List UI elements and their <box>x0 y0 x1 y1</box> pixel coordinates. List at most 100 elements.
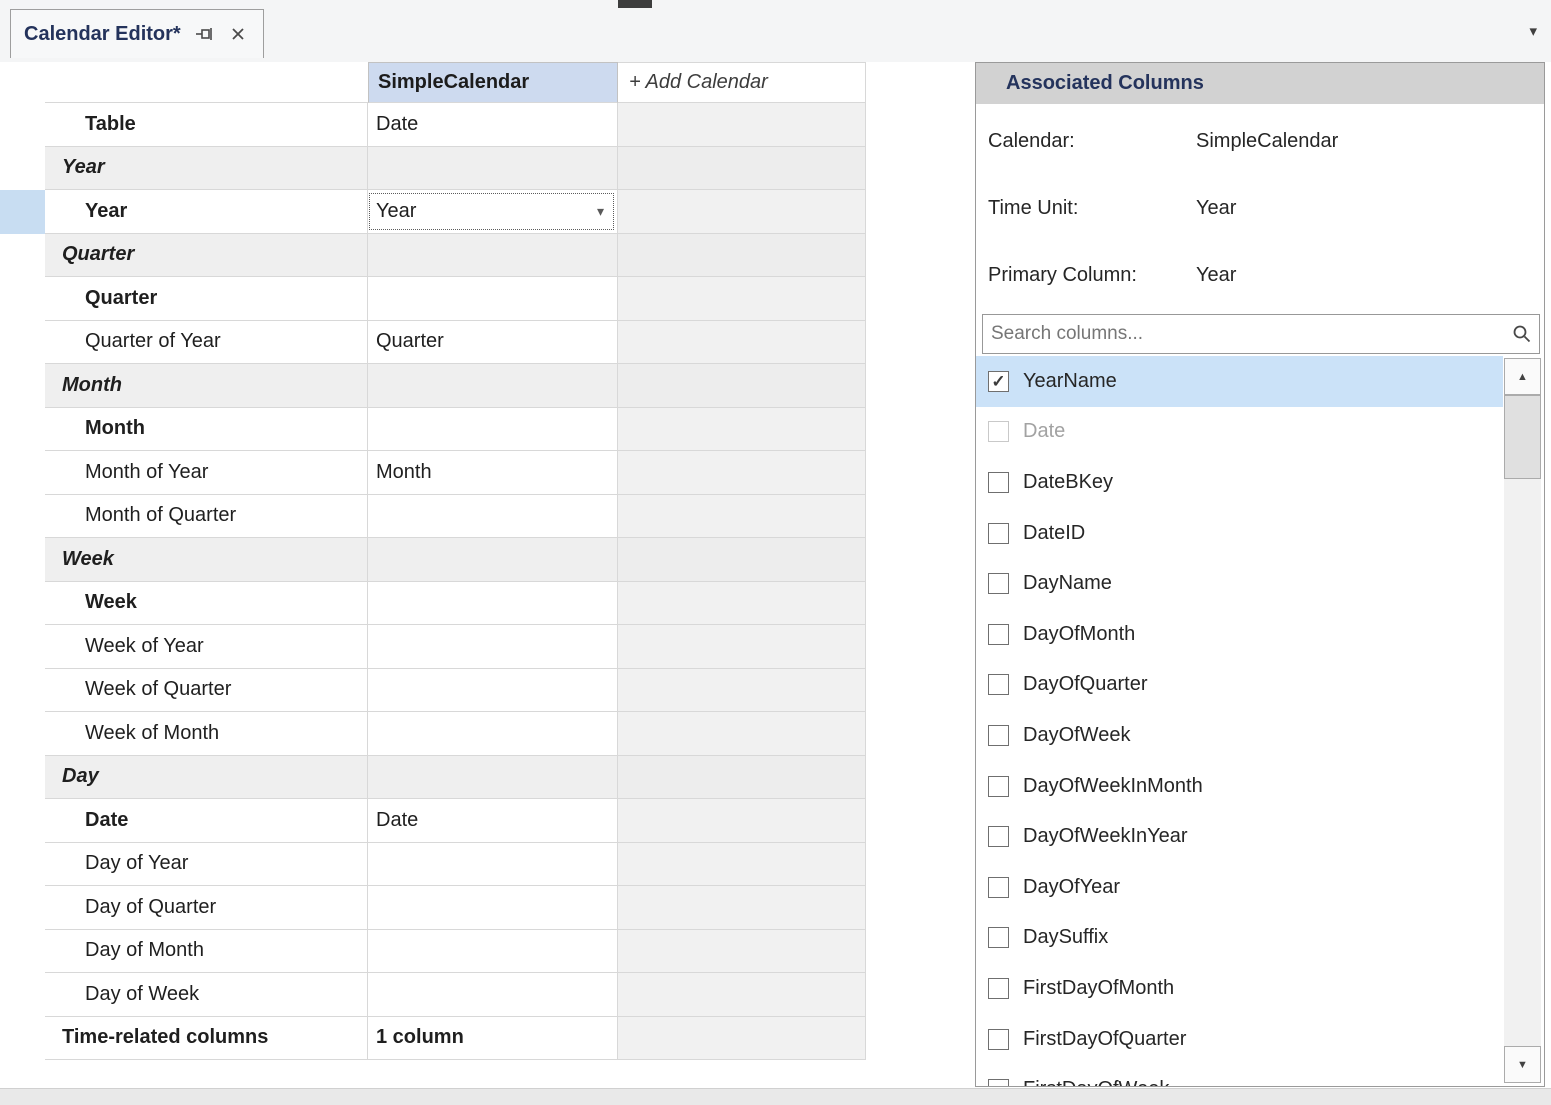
row-gutter[interactable] <box>0 1017 45 1061</box>
list-item[interactable]: DayName <box>976 558 1503 609</box>
row-value-cell[interactable] <box>368 886 618 930</box>
row-gutter[interactable] <box>0 799 45 843</box>
row-value-cell[interactable] <box>368 234 618 278</box>
row-value-cell[interactable] <box>368 582 618 626</box>
row-value-cell[interactable] <box>368 930 618 974</box>
row-value-cell[interactable] <box>368 669 618 713</box>
checkbox-unchecked[interactable] <box>988 1079 1009 1086</box>
tab-calendar-editor[interactable]: Calendar Editor* <box>10 9 264 58</box>
list-item[interactable]: DayOfWeek <box>976 710 1503 761</box>
row-gutter[interactable] <box>0 886 45 930</box>
close-icon[interactable] <box>227 23 249 45</box>
list-item[interactable]: DayOfMonth <box>976 609 1503 660</box>
scroll-thumb[interactable] <box>1504 395 1541 479</box>
row-value-cell[interactable]: Month <box>368 451 618 495</box>
row-gutter[interactable] <box>0 190 45 234</box>
add-calendar-cell[interactable] <box>618 799 866 843</box>
add-calendar-cell[interactable] <box>618 408 866 452</box>
checkbox-unchecked[interactable] <box>988 523 1009 544</box>
row-value-cell[interactable] <box>368 538 618 582</box>
add-calendar-cell[interactable] <box>618 451 866 495</box>
add-calendar-cell[interactable] <box>618 973 866 1017</box>
row-label[interactable]: Quarter of Year <box>45 321 368 365</box>
add-calendar-cell[interactable] <box>618 930 866 974</box>
row-gutter[interactable] <box>0 495 45 539</box>
checkbox-unchecked[interactable] <box>988 674 1009 695</box>
add-calendar-cell[interactable] <box>618 495 866 539</box>
row-gutter[interactable] <box>0 973 45 1017</box>
add-calendar-cell[interactable] <box>618 147 866 191</box>
list-item[interactable]: DaySuffix <box>976 913 1503 964</box>
add-calendar-cell[interactable] <box>618 843 866 887</box>
bottom-scroll-strip[interactable] <box>0 1088 1551 1105</box>
row-value-cell[interactable] <box>368 973 618 1017</box>
row-label[interactable]: Time-related columns <box>45 1017 368 1061</box>
window-list-chevron-down-icon[interactable]: ▾ <box>1529 22 1537 40</box>
search-input[interactable] <box>983 315 1505 353</box>
list-item[interactable]: DayOfYear <box>976 862 1503 913</box>
add-calendar-cell[interactable] <box>618 1017 866 1061</box>
row-value-cell[interactable] <box>368 712 618 756</box>
row-value-cell[interactable]: Year▾ <box>368 190 618 234</box>
row-value-cell[interactable]: 1 column <box>368 1017 618 1061</box>
add-calendar-cell[interactable] <box>618 190 866 234</box>
row-value-cell[interactable] <box>368 495 618 539</box>
row-label[interactable]: Year <box>45 190 368 234</box>
row-gutter[interactable] <box>0 451 45 495</box>
scroll-down-button[interactable]: ▼ <box>1504 1046 1541 1083</box>
row-label[interactable]: Table <box>45 103 368 147</box>
add-calendar-cell[interactable] <box>618 582 866 626</box>
row-value-cell[interactable]: Date <box>368 799 618 843</box>
checkbox-unchecked[interactable] <box>988 624 1009 645</box>
row-label[interactable]: Quarter <box>45 277 368 321</box>
row-gutter[interactable] <box>0 712 45 756</box>
add-calendar-cell[interactable] <box>618 669 866 713</box>
list-item[interactable]: DayOfQuarter <box>976 660 1503 711</box>
pin-icon[interactable] <box>193 23 215 45</box>
list-item[interactable]: FirstDayOfMonth <box>976 963 1503 1014</box>
row-value-cell[interactable] <box>368 756 618 800</box>
row-label[interactable]: Day of Month <box>45 930 368 974</box>
row-label[interactable]: Week of Month <box>45 712 368 756</box>
checkbox-unchecked[interactable] <box>988 978 1009 999</box>
add-calendar-button[interactable]: + Add Calendar <box>618 62 866 103</box>
checkbox-unchecked[interactable] <box>988 472 1009 493</box>
list-item[interactable]: DateID <box>976 508 1503 559</box>
row-value-cell[interactable]: Date <box>368 103 618 147</box>
row-gutter[interactable] <box>0 277 45 321</box>
add-calendar-cell[interactable] <box>618 321 866 365</box>
add-calendar-cell[interactable] <box>618 538 866 582</box>
row-value-cell[interactable] <box>368 364 618 408</box>
row-gutter[interactable] <box>0 625 45 669</box>
scroll-up-button[interactable]: ▲ <box>1504 358 1541 395</box>
row-gutter[interactable] <box>0 756 45 800</box>
checkbox-unchecked[interactable] <box>988 573 1009 594</box>
row-label[interactable]: Month <box>45 408 368 452</box>
row-label[interactable]: Day of Quarter <box>45 886 368 930</box>
row-label[interactable]: Date <box>45 799 368 843</box>
row-gutter[interactable] <box>0 147 45 191</box>
row-label[interactable]: Day of Year <box>45 843 368 887</box>
add-calendar-cell[interactable] <box>618 712 866 756</box>
row-value-cell[interactable] <box>368 147 618 191</box>
row-label[interactable]: Week of Year <box>45 625 368 669</box>
add-calendar-cell[interactable] <box>618 103 866 147</box>
add-calendar-cell[interactable] <box>618 756 866 800</box>
checkbox-unchecked[interactable] <box>988 927 1009 948</box>
checkbox-checked[interactable]: ✓ <box>988 371 1009 392</box>
add-calendar-cell[interactable] <box>618 625 866 669</box>
row-gutter[interactable] <box>0 234 45 278</box>
row-gutter[interactable] <box>0 321 45 365</box>
checkbox-unchecked[interactable] <box>988 421 1009 442</box>
add-calendar-cell[interactable] <box>618 364 866 408</box>
row-gutter[interactable] <box>0 930 45 974</box>
search-icon[interactable] <box>1505 324 1539 344</box>
add-calendar-cell[interactable] <box>618 277 866 321</box>
year-dropdown[interactable]: Year▾ <box>369 193 614 230</box>
calendar-column-header[interactable]: SimpleCalendar <box>368 62 618 103</box>
row-gutter[interactable] <box>0 843 45 887</box>
row-value-cell[interactable] <box>368 843 618 887</box>
row-value-cell[interactable]: Quarter <box>368 321 618 365</box>
row-gutter[interactable] <box>0 582 45 626</box>
row-gutter[interactable] <box>0 669 45 713</box>
